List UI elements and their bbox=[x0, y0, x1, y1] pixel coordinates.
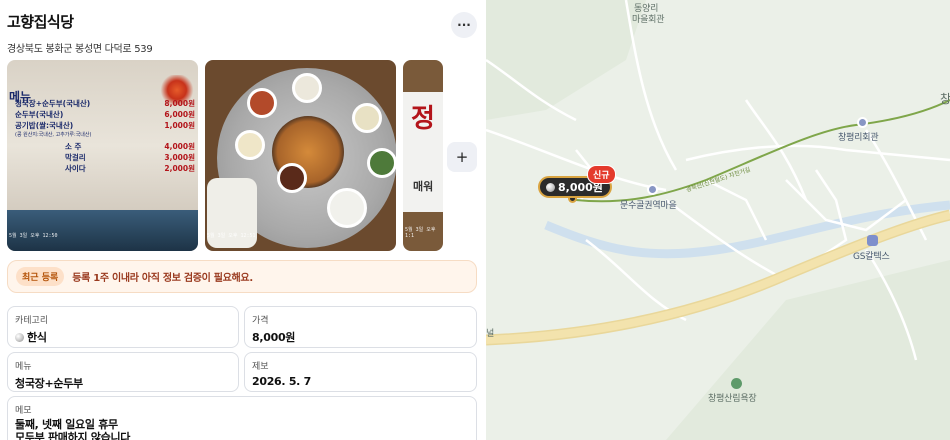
memo-line: 둘째, 넷째 일요일 휴무 bbox=[15, 418, 118, 431]
menu-label: 메뉴 bbox=[15, 362, 32, 372]
gas-station-icon[interactable] bbox=[867, 235, 878, 246]
side-dish bbox=[292, 73, 322, 103]
category-label: 카테고리 bbox=[15, 316, 49, 326]
menu-line: 막걸리 3,000원 bbox=[65, 153, 195, 162]
terrain bbox=[666, 260, 950, 440]
photo-food[interactable]: 5월 3일 오후 12:51 bbox=[205, 60, 396, 251]
photo-sign[interactable]: 정 매워 5월 3일 오후 1:1 bbox=[403, 60, 443, 251]
category-card: 카테고리 한식 bbox=[7, 306, 239, 348]
side-dish bbox=[277, 163, 307, 193]
more-icon[interactable]: ··· bbox=[451, 12, 477, 38]
photo-timestamp: 5월 3일 오후 12:51 bbox=[207, 233, 256, 239]
banner-decoration bbox=[7, 210, 198, 251]
memo-line: 모두부 판매하지 않습니다 bbox=[15, 431, 131, 440]
menu-line: 소 주 4,000원 bbox=[65, 142, 195, 151]
map-label-gas: GS칼텍스 bbox=[853, 252, 890, 262]
map-label-edge: 창 bbox=[940, 92, 950, 106]
place-detail-panel: 고향집식당 ··· 경상북도 봉화군 봉성면 다덕로 539 메뉴 청국장+순두… bbox=[0, 0, 486, 440]
bike-path bbox=[575, 99, 950, 203]
side-dish bbox=[367, 148, 396, 178]
price-label: 가격 bbox=[252, 316, 269, 326]
rice-bowl bbox=[327, 188, 367, 228]
report-card: 제보 2026. 5. 7 bbox=[244, 352, 477, 392]
place-address: 경상북도 봉화군 봉성면 다덕로 539 bbox=[7, 44, 153, 55]
side-dish bbox=[235, 130, 265, 160]
place-title: 고향집식당 bbox=[7, 13, 74, 31]
menu-value: 청국장+순두부 bbox=[15, 377, 83, 390]
terrain bbox=[486, 0, 646, 120]
landmark-icon[interactable] bbox=[647, 184, 658, 195]
side-dish bbox=[247, 88, 277, 118]
landmark-icon[interactable] bbox=[857, 117, 868, 128]
sign-text: 정 bbox=[411, 104, 435, 134]
photo-timestamp: 5월 3일 오후 12:50 bbox=[9, 233, 58, 239]
side-dish bbox=[352, 103, 382, 133]
new-badge: 신규 bbox=[587, 165, 616, 184]
photo-timestamp: 5월 3일 오후 1:1 bbox=[405, 227, 436, 239]
menu-line: 공기밥(쌀:국내산) 1,000원 bbox=[15, 121, 195, 130]
map-view[interactable]: 동양리 마을회관 창평리회관 문수골권역마을 GS칼텍스 창평산림욕장 창 널 … bbox=[486, 0, 950, 440]
map-label-hall: 창평리회관 bbox=[838, 133, 879, 143]
category-icon bbox=[15, 333, 24, 342]
price-value: 8,000원 bbox=[252, 331, 296, 344]
menu-board: 청국장+순두부(국내산) 8,000원 순두부(국내산) 6,000원 공기밥(쌀:… bbox=[15, 98, 195, 174]
category-value: 한식 bbox=[15, 329, 231, 345]
report-label: 제보 bbox=[252, 362, 269, 372]
map-label-station: 문수골권역마을 bbox=[620, 201, 677, 211]
coin-icon bbox=[546, 182, 555, 192]
photo-carousel[interactable]: 메뉴 청국장+순두부(국내산) 8,000원 순두부(국내산) 6,000원 공기밥… bbox=[7, 60, 443, 251]
notice-text: 등록 1주 이내라 아직 정보 검증이 필요해요. bbox=[72, 273, 253, 284]
price-card: 가격 8,000원 bbox=[244, 306, 477, 348]
menu-line: 청국장+순두부(국내산) 8,000원 bbox=[15, 99, 195, 108]
map-canvas bbox=[486, 0, 950, 440]
add-photo-button[interactable]: + bbox=[447, 142, 477, 172]
menu-card: 메뉴 청국장+순두부 bbox=[7, 352, 239, 392]
menu-line: 사이다 2,000원 bbox=[65, 164, 195, 173]
menu-line: 순두부(국내산) 6,000원 bbox=[15, 110, 195, 119]
map-label-forest: 창평산림욕장 bbox=[708, 394, 757, 404]
recent-badge: 최근 등록 bbox=[16, 267, 65, 286]
memo-card: 메모 둘째, 넷째 일요일 휴무 모두부 판매하지 않습니다 bbox=[7, 396, 477, 440]
menu-note: (콩 원산지:국내산, 고추가루:국내산) bbox=[15, 132, 92, 138]
report-value: 2026. 5. 7 bbox=[252, 375, 311, 388]
sign-subtext: 매워 bbox=[413, 180, 434, 193]
verification-notice: 최근 등록 등록 1주 이내라 아직 정보 검증이 필요해요. bbox=[7, 260, 477, 293]
map-label-village-hall: 마을회관 bbox=[632, 15, 665, 25]
memo-label: 메모 bbox=[15, 406, 32, 416]
tree-icon[interactable] bbox=[731, 378, 742, 389]
map-label-edge: 널 bbox=[486, 329, 495, 339]
photo-menu-board[interactable]: 메뉴 청국장+순두부(국내산) 8,000원 순두부(국내산) 6,000원 공기밥… bbox=[7, 60, 198, 251]
